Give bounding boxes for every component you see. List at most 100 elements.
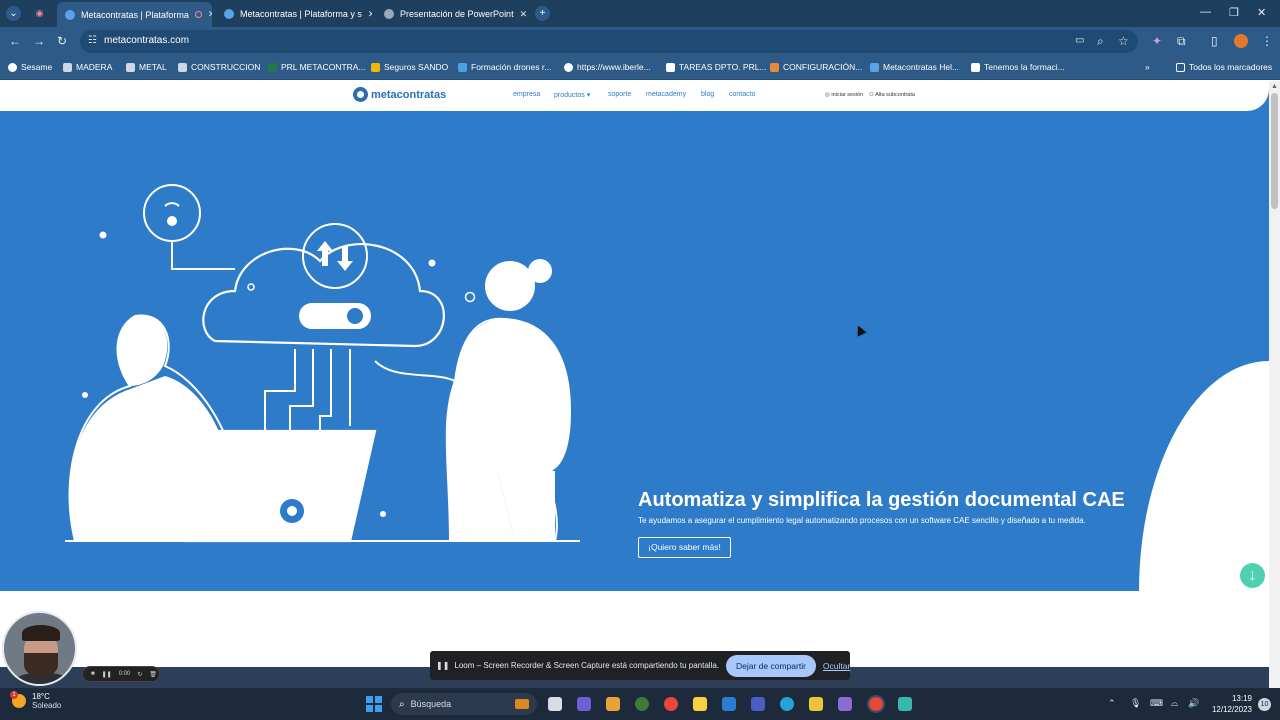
tab-metacontratas-2[interactable]: Metacontratas | Plataforma y s ✕ — [216, 3, 372, 25]
login-link[interactable]: ◎ iniciar sesión — [825, 92, 863, 98]
nav-productos[interactable]: productos ▾ — [554, 91, 590, 99]
site-logo[interactable]: metacontratas — [353, 87, 446, 102]
bookmark-metal[interactable]: METAL — [126, 62, 167, 72]
bookmark-madera[interactable]: MADERA — [63, 62, 112, 72]
microphone-icon[interactable]: 🎙 — [1130, 698, 1141, 709]
stop-icon[interactable]: ■ — [91, 671, 95, 677]
bookmark-sesame[interactable]: Sesame — [8, 62, 52, 72]
record-icon[interactable]: ◉ — [32, 6, 47, 21]
wifi-icon[interactable]: ⌓ — [1171, 698, 1178, 709]
nav-contacto[interactable]: contacto — [729, 91, 755, 98]
edge-icon[interactable] — [780, 697, 794, 711]
scroll-up-icon[interactable]: ▲ — [1271, 83, 1278, 90]
file-icon[interactable] — [606, 697, 620, 711]
site-info-icon[interactable]: ☷ — [88, 35, 97, 46]
tab-powerpoint[interactable]: Presentación de PowerPoint ✕ — [376, 3, 528, 25]
sticky-notes-icon[interactable] — [693, 697, 707, 711]
taskbar-search[interactable]: ⌕ Búsqueda — [391, 693, 537, 715]
close-tab-icon[interactable]: ✕ — [514, 9, 528, 20]
clock[interactable]: 13:19 12/12/2023 — [1208, 693, 1252, 715]
bookmark-iberley[interactable]: https://www.iberle... — [564, 62, 651, 72]
bookmarks-bar: Sesame MADERA METAL CONSTRUCCION PRL MET… — [0, 56, 1280, 80]
zoom-icon[interactable]: ⌕ — [1097, 34, 1104, 48]
hide-link[interactable]: Ocultar — [823, 661, 850, 671]
logo-icon — [353, 87, 368, 102]
start-button[interactable] — [366, 696, 382, 712]
bookmark-construccion[interactable]: CONSTRUCCION — [178, 62, 260, 72]
nav-blog[interactable]: blog — [701, 91, 714, 98]
scroll-down-icon[interactable]: ↓ — [1240, 563, 1265, 588]
profile-avatar[interactable] — [1234, 34, 1248, 48]
bookmark-configuracion[interactable]: CONFIGURACIÓN... — [770, 62, 862, 72]
close-window-icon[interactable]: ✕ — [1257, 6, 1266, 19]
keyboard-icon[interactable]: ⌨ — [1150, 698, 1163, 709]
all-bookmarks[interactable]: Todos los marcadores — [1176, 62, 1272, 72]
app-icon[interactable] — [635, 697, 649, 711]
teams-chat-icon[interactable] — [751, 697, 765, 711]
task-view-icon[interactable] — [548, 697, 562, 711]
bookmark-drones[interactable]: Formación drones r... — [458, 62, 551, 72]
weather-widget[interactable]: 1 18°C Soleado — [10, 691, 61, 710]
forward-icon[interactable]: → — [33, 34, 45, 48]
site-navbar: metacontratas empresa productos ▾ soport… — [0, 81, 1269, 111]
bookmark-help[interactable]: Metacontratas Hel... — [870, 62, 959, 72]
tab-title: Presentación de PowerPoint — [400, 9, 514, 19]
cta-button[interactable]: ¡Quiero saber más! — [638, 537, 731, 558]
restart-icon[interactable]: ↻ — [137, 671, 142, 678]
volume-icon[interactable]: 🔊 — [1188, 698, 1199, 709]
google-icon — [564, 62, 573, 72]
nav-metacademy[interactable]: metacademy — [646, 91, 686, 98]
more-bookmarks-icon[interactable]: » — [1145, 62, 1150, 72]
screen-share-bar: ❚❚ Loom – Screen Recorder & Screen Captu… — [430, 651, 850, 680]
new-tab-button[interactable]: + — [535, 6, 550, 21]
scrollbar-thumb[interactable] — [1271, 93, 1278, 209]
url-text[interactable]: metacontratas.com — [104, 35, 189, 46]
nav-empresa[interactable]: empresa — [513, 91, 540, 98]
bookmark-star-icon[interactable]: ☆ — [1118, 34, 1129, 48]
address-bar[interactable]: ☷ metacontratas.com — [80, 30, 1138, 53]
camera-icon[interactable]: ▭ — [1075, 34, 1084, 48]
bookmark-seguros-sando[interactable]: Seguros SANDO — [371, 62, 448, 72]
sun-icon: 1 — [10, 691, 26, 708]
extension-badge-icon[interactable]: ✦ — [1152, 34, 1162, 48]
chrome-icon[interactable] — [664, 697, 678, 711]
restore-icon[interactable]: ❐ — [1229, 6, 1239, 19]
signup-link[interactable]: ⚇ Alta subcontrata — [869, 92, 915, 98]
extensions-icon[interactable]: ⧉ — [1177, 34, 1186, 48]
notification-badge[interactable]: 10 — [1258, 698, 1271, 711]
bookmark-prl[interactable]: PRL METACONTRA... — [268, 62, 366, 72]
tab-metacontratas-1[interactable]: Metacontratas | Plataforma ✕ — [57, 2, 212, 27]
nav-soporte[interactable]: soporte — [608, 91, 631, 98]
page-scrollbar[interactable]: ▲ — [1269, 81, 1280, 688]
notepad-icon[interactable] — [898, 697, 912, 711]
bookmark-tareas[interactable]: TAREAS DPTO. PRL... — [666, 62, 767, 72]
file-explorer-icon[interactable] — [809, 697, 823, 711]
sesame-icon — [8, 62, 17, 72]
mouse-cursor — [853, 323, 867, 337]
temperature: 18°C — [32, 692, 50, 701]
menu-icon[interactable]: ⋮ — [1261, 34, 1273, 48]
bookmark-formacion[interactable]: Tenemos la formaci... — [971, 62, 1065, 72]
side-panel-icon[interactable]: ▯ — [1211, 34, 1218, 48]
bars-icon — [63, 62, 72, 72]
teams-icon[interactable] — [577, 697, 591, 711]
outlook-icon[interactable] — [722, 697, 736, 711]
stop-sharing-button[interactable]: Dejar de compartir — [726, 654, 816, 677]
close-tab-icon[interactable]: ✕ — [362, 9, 372, 20]
app-2-icon[interactable] — [838, 697, 852, 711]
close-tab-icon[interactable]: ✕ — [202, 9, 212, 20]
reload-icon[interactable]: ↻ — [57, 34, 67, 48]
hero-illustration — [65, 184, 580, 543]
user-circle-icon: ◎ — [825, 92, 830, 98]
chrome-active-icon[interactable] — [867, 695, 885, 713]
sando-icon — [371, 62, 380, 72]
hero-curve-decoration — [1139, 361, 1269, 591]
recording-icon — [194, 11, 202, 18]
tab-search-button[interactable]: ⌄ — [6, 6, 21, 21]
back-icon[interactable]: ← — [9, 34, 21, 48]
pause-icon[interactable]: ❚❚ — [102, 671, 112, 678]
tray-chevron-icon[interactable]: ⌃ — [1108, 698, 1116, 709]
trash-icon[interactable]: 🗑 — [149, 671, 157, 678]
minimize-icon[interactable]: — — [1200, 6, 1211, 18]
webcam-bubble[interactable] — [2, 611, 77, 686]
